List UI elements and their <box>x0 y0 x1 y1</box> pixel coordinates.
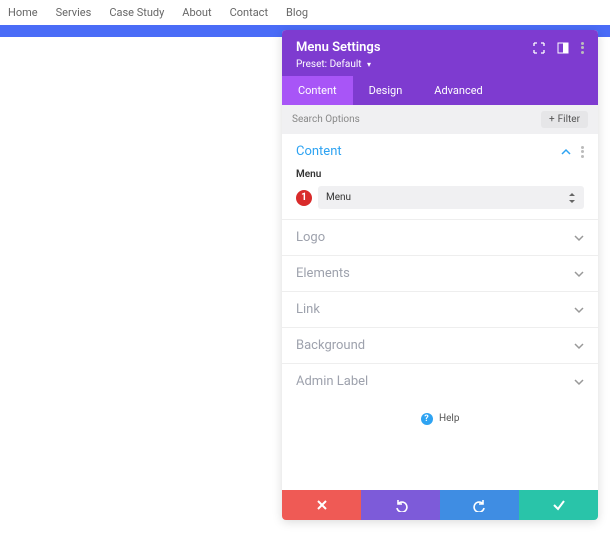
nav-blog[interactable]: Blog <box>286 6 308 19</box>
redo-icon <box>473 498 487 512</box>
section-elements-toggle[interactable]: Elements <box>282 256 598 291</box>
preset-label: Preset: <box>296 59 327 70</box>
panel-tabs: Content Design Advanced <box>282 76 598 105</box>
preset-selector[interactable]: Preset: Default ▾ <box>296 59 584 70</box>
menu-select[interactable]: Menu <box>318 186 584 209</box>
chevron-down-icon <box>574 341 584 351</box>
panel-footer <box>282 490 598 520</box>
save-button[interactable] <box>519 490 598 520</box>
snap-icon[interactable] <box>557 42 569 54</box>
tab-advanced[interactable]: Advanced <box>418 76 498 105</box>
search-row: Search Options + Filter <box>282 105 598 134</box>
chevron-down-icon <box>574 377 584 387</box>
nav-about[interactable]: About <box>182 6 211 19</box>
help-icon: ? <box>421 413 433 425</box>
chevron-down-icon <box>574 305 584 315</box>
help-label: Help <box>439 413 459 424</box>
menu-select-value: Menu <box>326 192 351 203</box>
menu-field-label: Menu <box>296 169 584 180</box>
section-elements-title: Elements <box>296 266 350 281</box>
filter-button[interactable]: + Filter <box>541 111 588 128</box>
filter-label: Filter <box>558 114 580 125</box>
cancel-button[interactable] <box>282 490 361 520</box>
section-background-toggle[interactable]: Background <box>282 328 598 363</box>
section-content-toggle[interactable]: Content <box>282 134 598 169</box>
section-admin-label-toggle[interactable]: Admin Label <box>282 364 598 399</box>
check-icon <box>552 498 566 512</box>
panel-body: Content Menu 1 Menu Logo Elements <box>282 134 598 490</box>
section-logo-toggle[interactable]: Logo <box>282 220 598 255</box>
undo-icon <box>394 498 408 512</box>
expand-icon[interactable] <box>533 42 545 54</box>
panel-title: Menu Settings <box>296 40 381 55</box>
section-content-title: Content <box>296 144 342 159</box>
undo-button[interactable] <box>361 490 440 520</box>
section-logo-title: Logo <box>296 230 325 245</box>
menu-field: Menu 1 Menu <box>282 169 598 219</box>
panel-header: Menu Settings Preset: Default ▾ <box>282 30 598 76</box>
section-link-title: Link <box>296 302 320 317</box>
chevron-down-icon <box>574 269 584 279</box>
nav-services[interactable]: Servies <box>56 6 92 19</box>
preset-value: Default <box>330 59 362 70</box>
page-nav: Home Servies Case Study About Contact Bl… <box>0 0 610 25</box>
kebab-icon[interactable] <box>581 42 584 54</box>
chevron-up-icon <box>561 147 571 157</box>
section-background-title: Background <box>296 338 365 353</box>
redo-button[interactable] <box>440 490 519 520</box>
plus-icon: + <box>549 114 555 125</box>
nav-contact[interactable]: Contact <box>230 6 268 19</box>
nav-home[interactable]: Home <box>8 6 38 19</box>
nav-case-study[interactable]: Case Study <box>109 6 164 19</box>
section-admin-label-title: Admin Label <box>296 374 368 389</box>
help-row[interactable]: ? Help <box>282 399 598 439</box>
tab-design[interactable]: Design <box>353 76 419 105</box>
search-input[interactable]: Search Options <box>292 114 360 125</box>
close-icon <box>315 498 329 512</box>
caret-down-icon: ▾ <box>367 60 371 69</box>
chevron-down-icon <box>574 233 584 243</box>
step-badge: 1 <box>296 190 312 206</box>
section-link-toggle[interactable]: Link <box>282 292 598 327</box>
section-kebab-icon[interactable] <box>581 146 584 158</box>
sort-icon <box>568 193 576 203</box>
tab-content[interactable]: Content <box>282 76 353 105</box>
menu-settings-panel: Menu Settings Preset: Default ▾ Content … <box>282 30 598 520</box>
